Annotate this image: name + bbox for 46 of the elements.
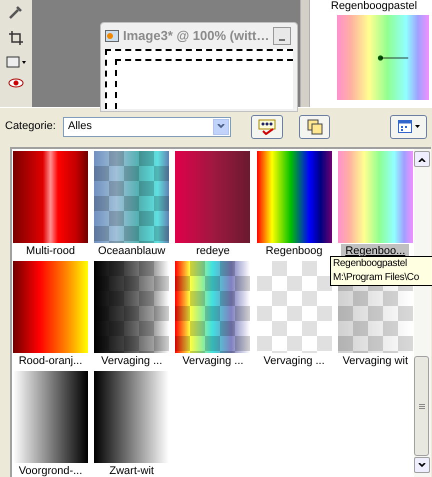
toolbar-button[interactable] <box>299 114 330 138</box>
chevron-up-icon[interactable] <box>418 156 426 162</box>
scrollbar-thumb[interactable] <box>414 356 429 456</box>
gradient-tile[interactable]: Rood-oranj... <box>13 260 88 370</box>
gradient-tile[interactable]: Oceaanblauw <box>94 150 170 260</box>
gradient-tile[interactable]: Vervaging ... <box>256 260 332 370</box>
grip-icon <box>418 404 424 408</box>
folders-icon <box>306 118 322 134</box>
selection-icon[interactable] <box>6 56 26 68</box>
category-dropdown[interactable]: Alles <box>63 116 231 136</box>
category-label: Categorie: <box>5 119 57 134</box>
gradient-label[interactable]: Vervaging ... <box>178 354 248 368</box>
eye-icon[interactable] <box>8 78 24 88</box>
gradient-label[interactable]: redeye <box>192 244 234 258</box>
gradient-tile[interactable]: redeye <box>175 150 250 260</box>
gradient-tile[interactable]: Vervaging ... <box>175 260 250 370</box>
gradient-tile[interactable]: Regenboo... <box>338 150 413 260</box>
gradient-label[interactable]: Vervaging ... <box>260 354 329 368</box>
image-icon <box>105 30 119 42</box>
gradient-tile[interactable]: Zwart-wit <box>94 370 170 477</box>
gradient-tile[interactable]: Voorgrond-... <box>13 370 88 477</box>
crop-icon[interactable] <box>8 30 24 46</box>
window-title: Image3* @ 100% (witt… <box>123 27 270 46</box>
toolbar-button[interactable] <box>251 114 283 138</box>
dropper-icon[interactable] <box>8 4 24 20</box>
gradient-tile[interactable]: Vervaging ... <box>94 260 170 370</box>
minimize-button[interactable] <box>273 27 292 45</box>
gradient-name: Regenboogpastel <box>330 0 418 13</box>
chevron-down-icon <box>217 124 225 129</box>
chevron-down-icon[interactable] <box>418 462 426 468</box>
gradient-label[interactable]: Vervaging ... <box>97 354 166 368</box>
grid-icon <box>398 120 412 133</box>
gradient-edit-icon <box>258 118 276 134</box>
gradient-label[interactable]: Oceaanblauw <box>94 244 170 258</box>
view-button[interactable] <box>390 114 427 138</box>
gradient-label[interactable]: Vervaging wit <box>338 354 412 368</box>
gradient-label[interactable]: Regenboog <box>262 244 327 258</box>
gradient-tile[interactable]: Multi-rood <box>13 150 88 260</box>
gradient-label[interactable]: Zwart-wit <box>105 464 158 477</box>
tooltip-text: Regenboogpastel <box>333 257 408 271</box>
tooltip-text: M:\Program Files\Co <box>333 271 420 285</box>
gradient-label[interactable]: Multi-rood <box>22 244 79 258</box>
gradient-tile[interactable]: Regenboog <box>256 150 332 260</box>
gradient-label[interactable]: Voorgrond-... <box>14 464 86 477</box>
caret-icon <box>414 125 420 128</box>
gradient-label[interactable]: Rood-oranj... <box>14 354 86 368</box>
